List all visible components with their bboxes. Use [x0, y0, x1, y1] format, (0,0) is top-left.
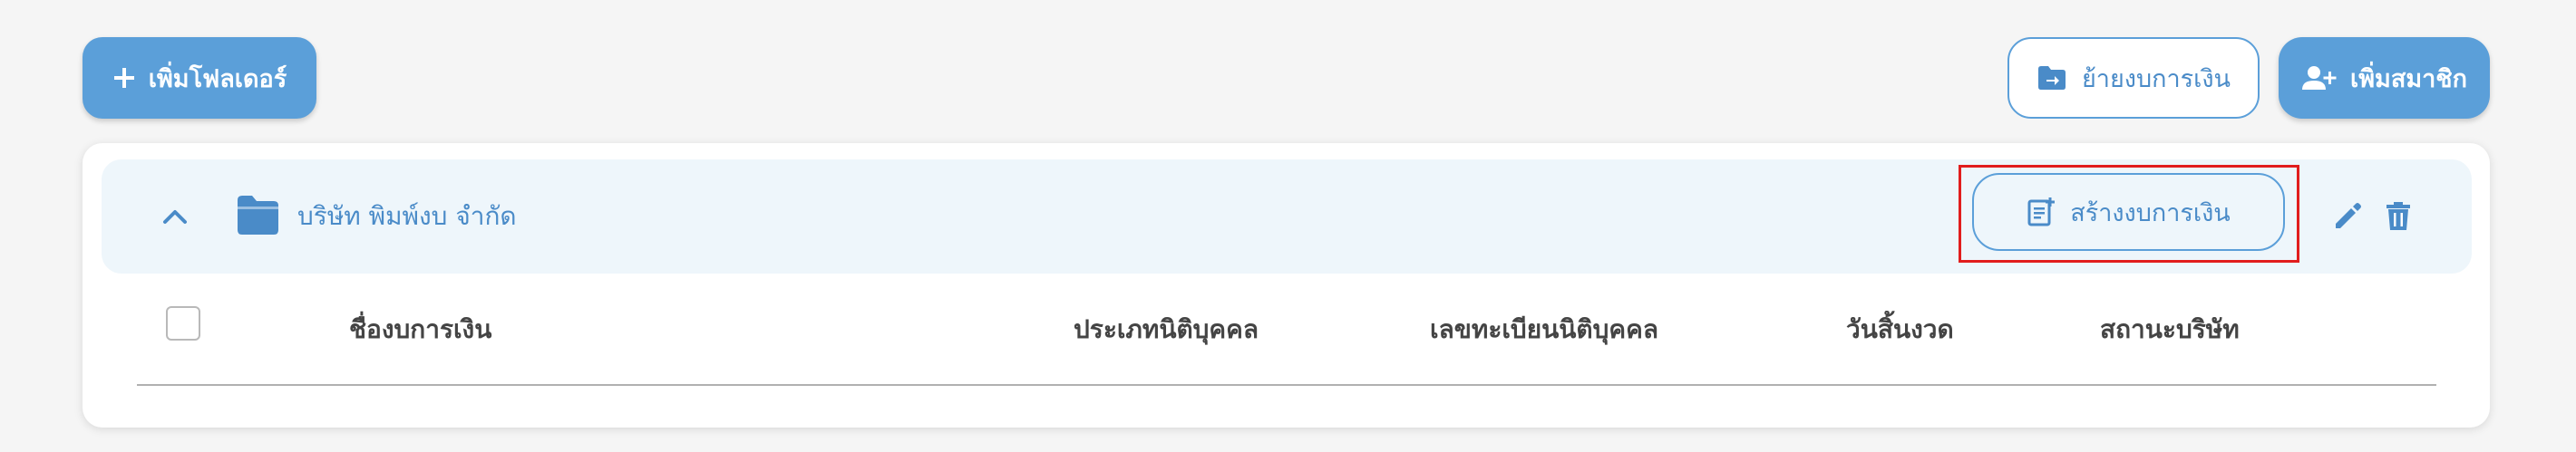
folder-move-icon [2037, 66, 2066, 90]
folder-row[interactable]: บริษัท พิมพ์งบ จำกัด สร้างงบการเงิน [102, 159, 2472, 274]
move-statement-label: ย้ายงบการเงิน [2081, 64, 2231, 92]
chevron-up-icon[interactable] [160, 201, 190, 232]
column-header-entity-type[interactable]: ประเภทนิติบุคคล [1074, 312, 1259, 348]
add-folder-button[interactable]: เพิ่มโฟลเดอร์ [83, 37, 316, 119]
user-add-icon [2302, 66, 2337, 90]
create-statement-label: สร้างงบการเงิน [2070, 198, 2231, 226]
column-header-registration-number[interactable]: เลขทะเบียนนิติบุคคล [1430, 312, 1658, 348]
column-header-statement-name[interactable]: ชื่องบการเงิน [349, 312, 491, 348]
add-member-button[interactable]: เพิ่มสมาชิก [2279, 37, 2490, 119]
pencil-icon[interactable] [2329, 198, 2366, 235]
document-add-icon [2027, 197, 2056, 226]
add-member-label: เพิ่มสมาชิก [2350, 64, 2467, 92]
column-header-company-status[interactable]: สถานะบริษัท [2100, 312, 2240, 348]
plus-icon [113, 68, 134, 88]
folder-card: บริษัท พิมพ์งบ จำกัด สร้างงบการเงิน ชื่อ… [83, 143, 2490, 428]
move-statement-button[interactable]: ย้ายงบการเงิน [2007, 37, 2260, 119]
folder-icon [238, 196, 278, 235]
create-statement-button[interactable]: สร้างงบการเงิน [1972, 173, 2285, 251]
trash-icon[interactable] [2380, 198, 2416, 235]
table-divider [137, 384, 2436, 386]
folder-name[interactable]: บริษัท พิมพ์งบ จำกัด [297, 196, 517, 237]
column-header-period-end[interactable]: วันสิ้นงวด [1846, 312, 1954, 348]
add-folder-label: เพิ่มโฟลเดอร์ [148, 64, 287, 92]
page: เพิ่มโฟลเดอร์ ย้ายงบการเงิน เพิ่มสมาชิก [0, 0, 2576, 452]
select-all-checkbox[interactable] [166, 306, 200, 341]
